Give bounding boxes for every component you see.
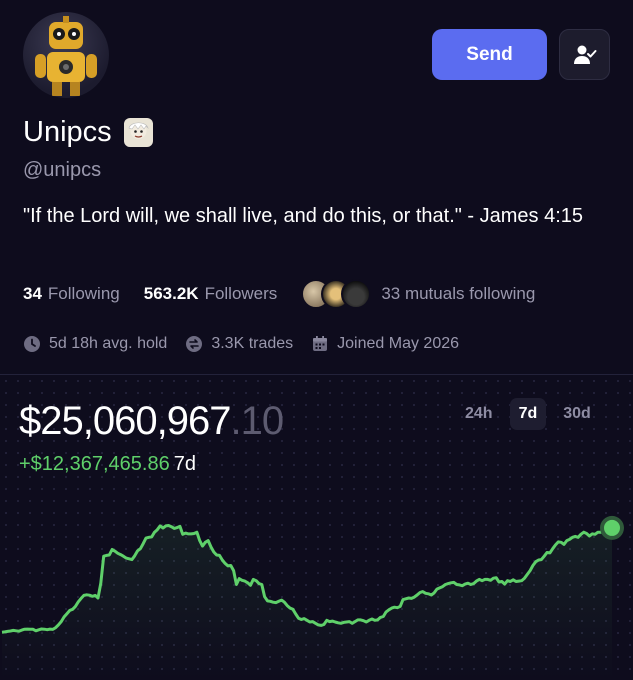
- following-stat[interactable]: 34 Following: [23, 284, 120, 304]
- follow-button[interactable]: [559, 29, 610, 80]
- tab-24h[interactable]: 24h: [456, 398, 502, 430]
- portfolio-balance: $25,060,967.10: [19, 399, 284, 444]
- following-label: Following: [47, 284, 120, 303]
- followers-count: 563.2K: [143, 284, 199, 303]
- balance-main: $25,060,967: [19, 399, 231, 443]
- pnl-amount: +$12,367,465.86: [19, 453, 170, 475]
- name-row: Unipcs: [23, 116, 153, 149]
- trades-text: 3.3K trades: [211, 335, 294, 352]
- robot-avatar-image: [35, 16, 97, 96]
- profile-avatar[interactable]: [23, 12, 109, 98]
- user-check-icon: [573, 45, 596, 64]
- pnl-period: 7d: [173, 453, 196, 475]
- calendar-icon: [313, 336, 328, 351]
- followers-label: Followers: [204, 284, 278, 303]
- mutuals-label: 33 mutuals following: [381, 284, 536, 303]
- mutual-avatars: [301, 279, 372, 309]
- trading-meta: 5d 18h avg. hold 3.3K trades Joined May …: [23, 335, 477, 353]
- swap-icon: [186, 336, 203, 352]
- following-count: 34: [23, 284, 42, 303]
- user-handle: @unipcs: [23, 159, 102, 181]
- trades-item: 3.3K trades: [185, 335, 293, 353]
- chart-endpoint-dot: [604, 519, 620, 536]
- display-name: Unipcs: [23, 116, 112, 148]
- followers-stat[interactable]: 563.2K Followers: [144, 284, 278, 304]
- chart-area-fill: [2, 525, 612, 680]
- profile-badge-icon: [123, 118, 153, 147]
- mutual-avatar: [341, 279, 372, 309]
- tab-7d[interactable]: 7d: [509, 398, 547, 430]
- send-button[interactable]: Send: [432, 29, 547, 80]
- mutuals-stat[interactable]: 33 mutuals following: [301, 279, 535, 309]
- clock-icon: [24, 336, 40, 352]
- profile-bio: "If the Lord will, we shall live, and do…: [23, 205, 584, 227]
- balance-cents: .10: [230, 399, 284, 443]
- joined-text: Joined May 2026: [337, 335, 460, 352]
- portfolio-line-chart: [1, 515, 624, 680]
- tab-30d[interactable]: 30d: [554, 398, 600, 430]
- joined-item: Joined May 2026: [311, 335, 459, 353]
- range-tabs: 24h 7d 30d: [448, 398, 600, 430]
- avg-hold-item: 5d 18h avg. hold: [23, 335, 167, 353]
- pnl-change: +$12,367,465.86 7d: [19, 453, 196, 476]
- social-stats: 34 Following 563.2K Followers 33 mutuals…: [23, 279, 559, 309]
- avg-hold-text: 5d 18h avg. hold: [49, 335, 168, 352]
